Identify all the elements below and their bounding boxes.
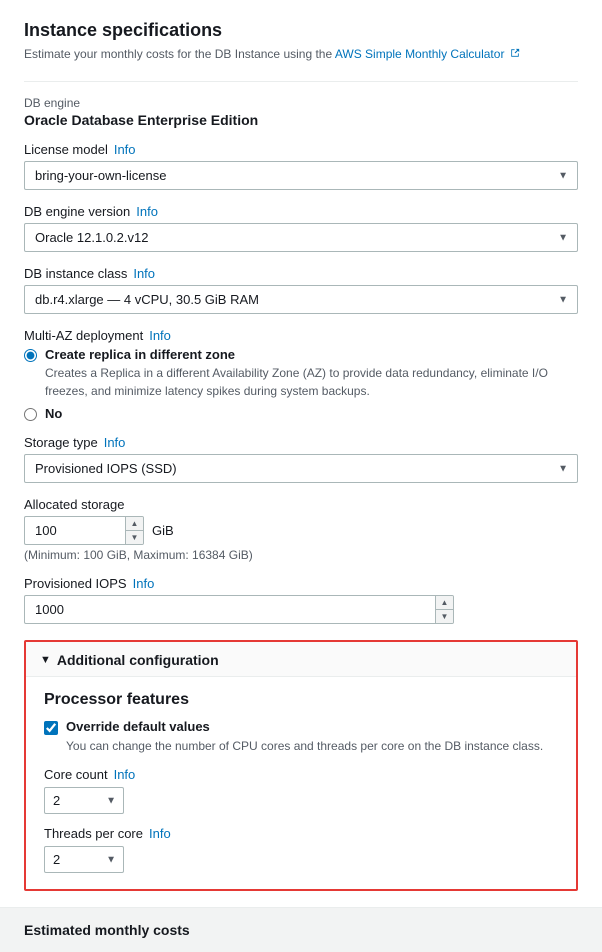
- additional-config-header[interactable]: ▼ Additional configuration: [26, 642, 576, 677]
- header-divider: [24, 81, 578, 82]
- multi-az-info[interactable]: Info: [149, 328, 171, 343]
- provisioned-iops-info[interactable]: Info: [133, 576, 155, 591]
- storage-type-select[interactable]: Provisioned IOPS (SSD): [24, 454, 578, 483]
- multi-az-no-radio[interactable]: [24, 408, 37, 421]
- db-instance-class-select[interactable]: db.r4.xlarge — 4 vCPU, 30.5 GiB RAM: [24, 285, 578, 314]
- override-label: Override default values: [66, 719, 543, 734]
- provisioned-iops-input[interactable]: [24, 595, 454, 624]
- override-content: Override default values You can change t…: [66, 719, 543, 755]
- multi-az-no-label: No: [45, 406, 578, 421]
- storage-type-label: Storage type Info: [24, 435, 578, 450]
- core-count-label: Core count Info: [44, 767, 558, 782]
- calculator-link[interactable]: AWS Simple Monthly Calculator: [335, 47, 520, 61]
- additional-config-box: ▼ Additional configuration Processor fea…: [24, 640, 578, 891]
- db-engine-group: DB engine Oracle Database Enterprise Edi…: [24, 96, 578, 128]
- db-engine-version-group: DB engine version Info Oracle 12.1.0.2.v…: [24, 204, 578, 252]
- page-title: Instance specifications: [24, 20, 578, 41]
- multi-az-no-content: No: [45, 406, 578, 421]
- core-count-select-wrapper: 2 ▼: [44, 787, 124, 814]
- allocated-storage-group: Allocated storage ▲ ▼ GiB (Minimum: 100 …: [24, 497, 578, 562]
- page-subtitle: Estimate your monthly costs for the DB I…: [24, 45, 578, 63]
- db-engine-value: Oracle Database Enterprise Edition: [24, 112, 578, 128]
- license-model-info[interactable]: Info: [114, 142, 136, 157]
- license-model-select[interactable]: bring-your-own-license: [24, 161, 578, 190]
- multi-az-replica-label: Create replica in different zone: [45, 347, 578, 362]
- threads-per-core-select[interactable]: 2: [44, 846, 124, 873]
- provisioned-iops-spinner-wrapper: ▲ ▼: [24, 595, 454, 624]
- multi-az-replica-desc: Creates a Replica in a different Availab…: [45, 364, 578, 400]
- override-desc: You can change the number of CPU cores a…: [66, 737, 543, 755]
- allocated-storage-decrement[interactable]: ▼: [125, 531, 143, 544]
- multi-az-replica-option: Create replica in different zone Creates…: [24, 347, 578, 400]
- threads-per-core-group: Threads per core Info 2 ▼: [44, 826, 558, 873]
- allocated-storage-spinner-wrapper: ▲ ▼: [24, 516, 144, 545]
- core-count-info[interactable]: Info: [114, 767, 136, 782]
- external-link-icon: [510, 48, 520, 58]
- db-engine-label: DB engine: [24, 96, 578, 110]
- multi-az-replica-radio[interactable]: [24, 349, 37, 362]
- storage-type-select-wrapper: Provisioned IOPS (SSD) ▼: [24, 454, 578, 483]
- provisioned-iops-increment[interactable]: ▲: [435, 596, 453, 610]
- override-checkbox-row: Override default values You can change t…: [44, 719, 558, 755]
- provisioned-iops-spinners: ▲ ▼: [435, 596, 453, 623]
- allocated-storage-unit: GiB: [152, 523, 174, 538]
- allocated-storage-increment[interactable]: ▲: [125, 517, 143, 531]
- multi-az-radio-group: Create replica in different zone Creates…: [24, 347, 578, 421]
- storage-type-info[interactable]: Info: [104, 435, 126, 450]
- allocated-storage-input-row: ▲ ▼ GiB: [24, 516, 578, 545]
- provisioned-iops-label: Provisioned IOPS Info: [24, 576, 578, 591]
- estimated-costs-bar: Estimated monthly costs: [0, 907, 602, 952]
- multi-az-no-option: No: [24, 406, 578, 421]
- db-engine-version-select-wrapper: Oracle 12.1.0.2.v12 ▼: [24, 223, 578, 252]
- db-engine-version-label: DB engine version Info: [24, 204, 578, 219]
- additional-config-body: Processor features Override default valu…: [26, 677, 576, 889]
- license-model-label: License model Info: [24, 142, 578, 157]
- db-engine-version-select[interactable]: Oracle 12.1.0.2.v12: [24, 223, 578, 252]
- db-engine-version-info[interactable]: Info: [136, 204, 158, 219]
- multi-az-group: Multi-AZ deployment Info Create replica …: [24, 328, 578, 421]
- db-instance-class-info[interactable]: Info: [133, 266, 155, 281]
- allocated-storage-spinners: ▲ ▼: [125, 517, 143, 544]
- override-checkbox[interactable]: [44, 721, 58, 735]
- core-count-select[interactable]: 2: [44, 787, 124, 814]
- multi-az-replica-content: Create replica in different zone Creates…: [45, 347, 578, 400]
- license-model-group: License model Info bring-your-own-licens…: [24, 142, 578, 190]
- section-header: Instance specifications Estimate your mo…: [24, 20, 578, 63]
- core-count-group: Core count Info 2 ▼: [44, 767, 558, 814]
- collapse-icon: ▼: [40, 654, 51, 666]
- provisioned-iops-decrement[interactable]: ▼: [435, 610, 453, 623]
- additional-config-title: Additional configuration: [57, 652, 219, 668]
- estimated-costs-label: Estimated monthly costs: [24, 922, 190, 938]
- db-instance-class-select-wrapper: db.r4.xlarge — 4 vCPU, 30.5 GiB RAM ▼: [24, 285, 578, 314]
- allocated-storage-hint: (Minimum: 100 GiB, Maximum: 16384 GiB): [24, 548, 578, 562]
- multi-az-label: Multi-AZ deployment Info: [24, 328, 578, 343]
- db-instance-class-label: DB instance class Info: [24, 266, 578, 281]
- threads-per-core-info[interactable]: Info: [149, 826, 171, 841]
- storage-type-group: Storage type Info Provisioned IOPS (SSD)…: [24, 435, 578, 483]
- threads-per-core-label: Threads per core Info: [44, 826, 558, 841]
- processor-features-title: Processor features: [44, 691, 558, 709]
- license-model-select-wrapper: bring-your-own-license ▼: [24, 161, 578, 190]
- allocated-storage-label: Allocated storage: [24, 497, 578, 512]
- provisioned-iops-group: Provisioned IOPS Info ▲ ▼: [24, 576, 578, 624]
- db-instance-class-group: DB instance class Info db.r4.xlarge — 4 …: [24, 266, 578, 314]
- threads-per-core-select-wrapper: 2 ▼: [44, 846, 124, 873]
